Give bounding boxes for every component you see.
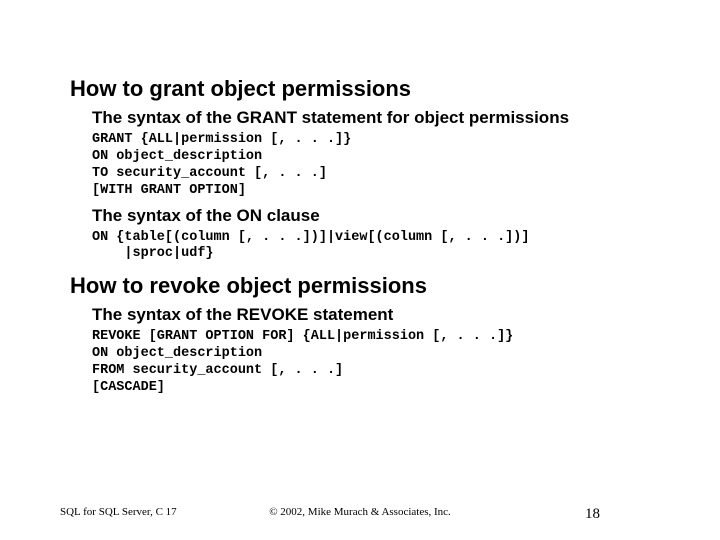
footer-center: © 2002, Mike Murach & Associates, Inc. (0, 506, 720, 518)
subheading-grant-syntax: The syntax of the GRANT statement for ob… (70, 108, 650, 128)
heading-grant: How to grant object permissions (70, 76, 650, 102)
code-revoke: REVOKE [GRANT OPTION FOR] {ALL|permissio… (70, 329, 650, 397)
footer-page-number: 18 (585, 506, 600, 523)
code-grant: GRANT {ALL|permission [, . . .]} ON obje… (70, 132, 650, 200)
subheading-revoke-syntax: The syntax of the REVOKE statement (70, 305, 650, 325)
code-on-clause: ON {table[(column [, . . .])]|view[(colu… (70, 230, 650, 264)
heading-revoke: How to revoke object permissions (70, 273, 650, 299)
subheading-on-clause: The syntax of the ON clause (70, 206, 650, 226)
slide-content: How to grant object permissions The synt… (0, 0, 720, 397)
section-revoke: How to revoke object permissions The syn… (70, 273, 650, 397)
